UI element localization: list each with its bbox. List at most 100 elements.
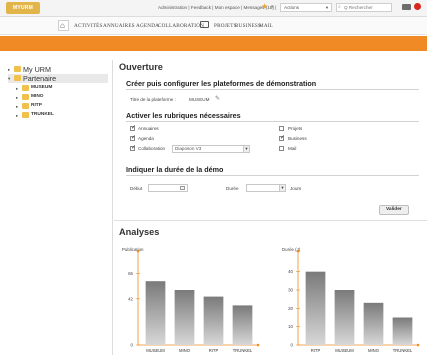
- actions-select-value: Actions: [284, 5, 300, 10]
- chevron-right-icon[interactable]: ▸: [8, 67, 10, 73]
- axis-arrow: [136, 249, 140, 253]
- nav-annuaires[interactable]: ANNUAIRES: [103, 23, 135, 29]
- chevron-down-icon[interactable]: ▾: [271, 4, 274, 10]
- checkbox-label: Collaboration: [138, 146, 166, 151]
- chevron-down-icon: ▼: [243, 146, 249, 152]
- axis-arrow: [296, 249, 300, 253]
- x-tick-label: MINO: [368, 348, 380, 353]
- tree-item-label: MUSEUM: [31, 85, 53, 90]
- checkbox-annuaires[interactable]: [130, 124, 136, 131]
- nav-agenda[interactable]: AGENDA: [136, 23, 159, 29]
- folder-icon: [14, 75, 21, 81]
- checkbox-mail[interactable]: [279, 146, 284, 151]
- duration-field[interactable]: ▼: [246, 184, 286, 192]
- divider: [114, 220, 427, 221]
- checkbox-business[interactable]: [279, 134, 285, 141]
- axis-arrow: [416, 343, 420, 347]
- checkbox-label: Agenda: [138, 136, 154, 141]
- folder-icon: [22, 103, 29, 109]
- checkbox-label: Business: [288, 136, 307, 141]
- nav-projets[interactable]: PROJETS: [214, 23, 237, 29]
- x-tick-label: TRUNKEL: [233, 348, 253, 353]
- sidebar: ▸ My URM ▾ Partenaire ▸ MUSEUM ▸ MINO ▸ …: [0, 60, 113, 355]
- checkbox-projets[interactable]: [279, 126, 284, 131]
- section-heading-duree: Indiquer la durée de la démo: [126, 165, 224, 174]
- tree-item-partenaire[interactable]: ▾ Partenaire: [8, 74, 108, 83]
- platform-title-label: Titre de la plateforme :: [130, 97, 176, 102]
- tree-item-trunkel[interactable]: ▸ TRUNKEL: [16, 111, 96, 120]
- bar: [203, 296, 224, 345]
- chevron-right-icon[interactable]: ▸: [16, 95, 18, 101]
- calendar-icon[interactable]: [180, 186, 185, 190]
- platform-title-value: MUSEUM: [189, 97, 210, 102]
- bar: [232, 305, 253, 345]
- start-date-field[interactable]: [148, 184, 188, 192]
- duration-label: Durée: [226, 186, 239, 191]
- x-tick-label: TRUNKEL: [393, 348, 413, 353]
- bar: [334, 290, 355, 345]
- tree-item-label: My URM: [23, 65, 51, 74]
- nav-collaboration[interactable]: COLLABORATION: [158, 23, 204, 29]
- power-icon[interactable]: [414, 3, 421, 10]
- bar: [392, 317, 413, 345]
- chevron-down-icon: ▼: [279, 185, 285, 191]
- bar: [145, 281, 166, 345]
- home-button[interactable]: ⌂: [58, 20, 69, 31]
- search-box[interactable]: ⌕: [336, 3, 392, 12]
- chevron-right-icon[interactable]: ▸: [16, 86, 18, 92]
- star-icon[interactable]: ★: [261, 3, 269, 11]
- y-tick-label: 30: [288, 288, 293, 293]
- y-tick-label: 65: [128, 271, 133, 276]
- top-bar: MYURM Administration | Feedback | Mon es…: [0, 0, 427, 17]
- nav-mail[interactable]: MAIL: [259, 23, 273, 29]
- checkbox-label: Annuaires: [138, 126, 159, 131]
- chevron-down-icon: ▼: [325, 5, 329, 10]
- nav-activites[interactable]: ACTIVITÉS: [74, 23, 103, 29]
- bar: [305, 271, 326, 345]
- axis-arrow: [256, 343, 260, 347]
- tree-item-mino[interactable]: ▸ MINO: [16, 93, 96, 102]
- search-input[interactable]: [344, 4, 391, 11]
- folder-icon: [22, 94, 29, 100]
- folder-icon: [22, 85, 29, 91]
- main-nav: ⌂ ACTIVITÉS ANNUAIRES AGENDA COLLABORATI…: [0, 17, 427, 35]
- section-heading-platforms: Créer puis configurer les plateformes de…: [126, 79, 317, 88]
- section-heading-rubriques: Activer les rubriques nécessaires: [126, 111, 241, 120]
- chevron-right-icon[interactable]: ▸: [16, 104, 18, 110]
- tree-item-museum[interactable]: ▸ MUSEUM: [16, 84, 96, 93]
- x-tick-label: MINO: [179, 348, 191, 353]
- chevron-down-icon[interactable]: ▾: [8, 76, 10, 82]
- days-unit-label: Jours: [290, 186, 302, 191]
- x-tick-label: RITP: [209, 348, 219, 353]
- top-links[interactable]: Administration | Feedback | Mon espace |…: [158, 5, 276, 10]
- nav-business[interactable]: BUSINESS: [235, 23, 261, 29]
- x-tick-label: MUSEUM: [146, 348, 165, 353]
- validate-button[interactable]: Valider: [379, 205, 409, 215]
- mail-icon[interactable]: [402, 4, 411, 10]
- tree-item-label: Partenaire: [23, 74, 57, 83]
- tree-item-my-urm[interactable]: ▸ My URM: [8, 65, 108, 74]
- y-axis-label: Publication: [122, 247, 144, 252]
- analyses-title: Analyses: [119, 227, 160, 237]
- checkbox-collaboration[interactable]: [130, 144, 136, 151]
- folder-icon: [22, 112, 29, 118]
- checkbox-agenda[interactable]: [130, 134, 136, 141]
- page-title: Ouverture: [119, 62, 163, 72]
- tree-item-ritp[interactable]: ▸ RITP: [16, 102, 96, 111]
- search-icon: ⌕: [338, 4, 341, 10]
- y-tick-label: 40: [288, 269, 293, 274]
- pencil-icon[interactable]: ✎: [215, 95, 220, 102]
- divider: [126, 89, 419, 90]
- collaboration-select[interactable]: Diaposon V3 ▼: [172, 145, 250, 153]
- chevron-right-icon[interactable]: ▸: [16, 113, 18, 119]
- divider: [126, 121, 419, 122]
- y-tick-label: 20: [288, 306, 293, 311]
- tree-item-label: RITP: [31, 103, 42, 108]
- start-label: Début: [130, 186, 143, 191]
- home-icon: ⌂: [60, 21, 65, 30]
- x-tick-label: MUSEUM: [335, 348, 354, 353]
- x-tick-label: RITP: [311, 348, 321, 353]
- chart-publication: Publication 65 42 0 MUSEUM MINO RITP TRUNKEL: [122, 247, 260, 353]
- app-logo[interactable]: MYURM: [6, 2, 40, 14]
- actions-select[interactable]: Actions ▼: [280, 3, 332, 12]
